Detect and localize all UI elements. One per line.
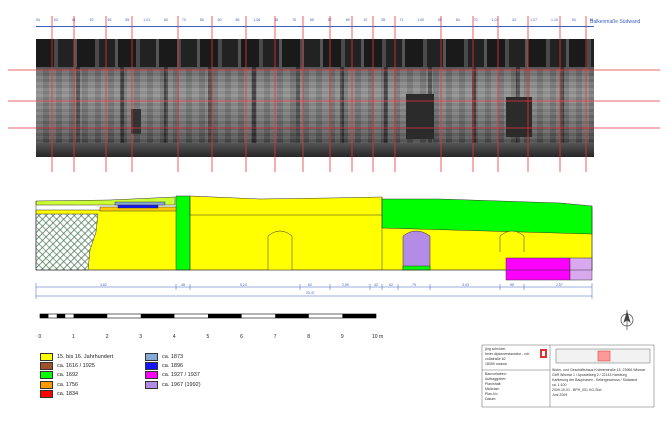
scale-bar: [39, 313, 377, 319]
phase-elevation-drawing: [35, 195, 593, 281]
title-field-values: Wohn- und Geschäftshaus Krämerstraße 15,…: [552, 368, 645, 398]
author-block: jörg schröder freier diplomrestaurator - …: [485, 347, 529, 367]
legend-label: ca. 1927 / 1937: [162, 372, 200, 379]
scale-tick-label: 6: [240, 334, 243, 340]
phase-fill-green: [402, 265, 431, 271]
scale-tick-label: 0: [38, 334, 42, 340]
dimension-label: 45: [181, 283, 185, 287]
dimension-label: 3,82: [100, 283, 107, 287]
legend-swatch: [40, 380, 53, 389]
legend-swatch: [145, 352, 158, 361]
phase-fill-violet: [569, 257, 593, 281]
legend-item: ca. 1834: [40, 389, 150, 398]
arch-opening: [402, 230, 431, 271]
legend-label: ca. 1967 (1992): [162, 381, 201, 388]
legend-item: ca. 1967 (1992): [145, 380, 255, 389]
legend-item: ca. 1756: [40, 380, 150, 389]
legend-swatch: [145, 380, 158, 389]
north-arrow-icon: [620, 310, 634, 330]
legend-swatch: [40, 389, 53, 398]
legend-item: 15. bis 16. Jahrhundert: [40, 352, 150, 361]
legend-item: ca. 1927 / 1937: [145, 371, 255, 380]
scale-tick-label: 1: [72, 334, 75, 340]
legend-column-right: ca. 1873 ca. 1896 ca. 1927 / 1937 ca. 1967 …: [145, 352, 255, 389]
dimension-label: 62: [308, 283, 312, 287]
phase-fill-green: [175, 195, 191, 271]
field-label: Datum:: [485, 397, 497, 401]
legend-item: ca. 1692: [40, 371, 150, 380]
dimension-label: 95: [510, 283, 514, 287]
legend-swatch: [145, 361, 158, 370]
dimension-label: 2,57: [556, 283, 563, 287]
legend-swatch: [145, 371, 158, 380]
legend-label: ca. 1873: [162, 353, 184, 360]
phase-fill-lightblue: [114, 201, 166, 206]
legend-label: ca. 1692: [57, 372, 79, 379]
phase-fill-green: [381, 198, 593, 235]
author-line: 18059 rostock: [485, 362, 507, 366]
legend-label: 15. bis 16. Jahrhundert: [57, 353, 114, 360]
legend-column-left: 15. bis 16. Jahrhundert ca. 1616 / 1925 ca…: [40, 352, 150, 398]
scale-tick-label: 8: [307, 334, 311, 340]
title-field-labels: Bauvorhaben: Auftraggeber: Planinhalt: Maßs…: [485, 372, 507, 402]
legend-item: ca. 1873: [145, 352, 255, 361]
legend-label: ca. 1834: [57, 390, 79, 397]
dimension-label: 3,43: [462, 283, 469, 287]
legend-swatch: [40, 352, 53, 361]
dimension-label: 42: [374, 283, 378, 287]
phase-fill-blue: [117, 204, 159, 209]
legend-item: ca. 1616 / 1925: [40, 361, 150, 370]
scale-tick-label: 5: [206, 334, 210, 340]
phase-fill-magenta: [505, 257, 571, 281]
dimension-total: 20,47: [306, 291, 315, 295]
arch-opening: [267, 230, 293, 270]
arch-opening: [499, 230, 525, 252]
dimension-label: 5,24: [240, 283, 247, 287]
scale-tick-label: 2: [105, 334, 109, 340]
dimension-label: 79: [412, 283, 416, 287]
phase-fill-yellow: [189, 195, 383, 216]
legend-label: ca. 1756: [57, 381, 79, 388]
scale-tick-label: 9: [340, 334, 344, 340]
hatched-section: [35, 213, 99, 271]
scale-tick-label: 7: [273, 334, 277, 340]
scale-tick-label: 4: [172, 334, 176, 340]
legend-label: ca. 1616 / 1925: [57, 362, 95, 369]
title-block-logo: [540, 349, 547, 358]
legend-swatch: [40, 361, 53, 370]
dimension-label: 2,59: [342, 283, 349, 287]
legend-item: ca. 1896: [145, 361, 255, 370]
legend-swatch: [40, 371, 53, 380]
scale-tick-label: 10 m: [372, 334, 384, 340]
field-value: Juni 2009: [552, 393, 568, 397]
scale-tick-label: 3: [139, 334, 143, 340]
photo-grid-lines: [8, 16, 660, 172]
dimension-label: 62: [389, 283, 393, 287]
legend-label: ca. 1896: [162, 362, 184, 369]
